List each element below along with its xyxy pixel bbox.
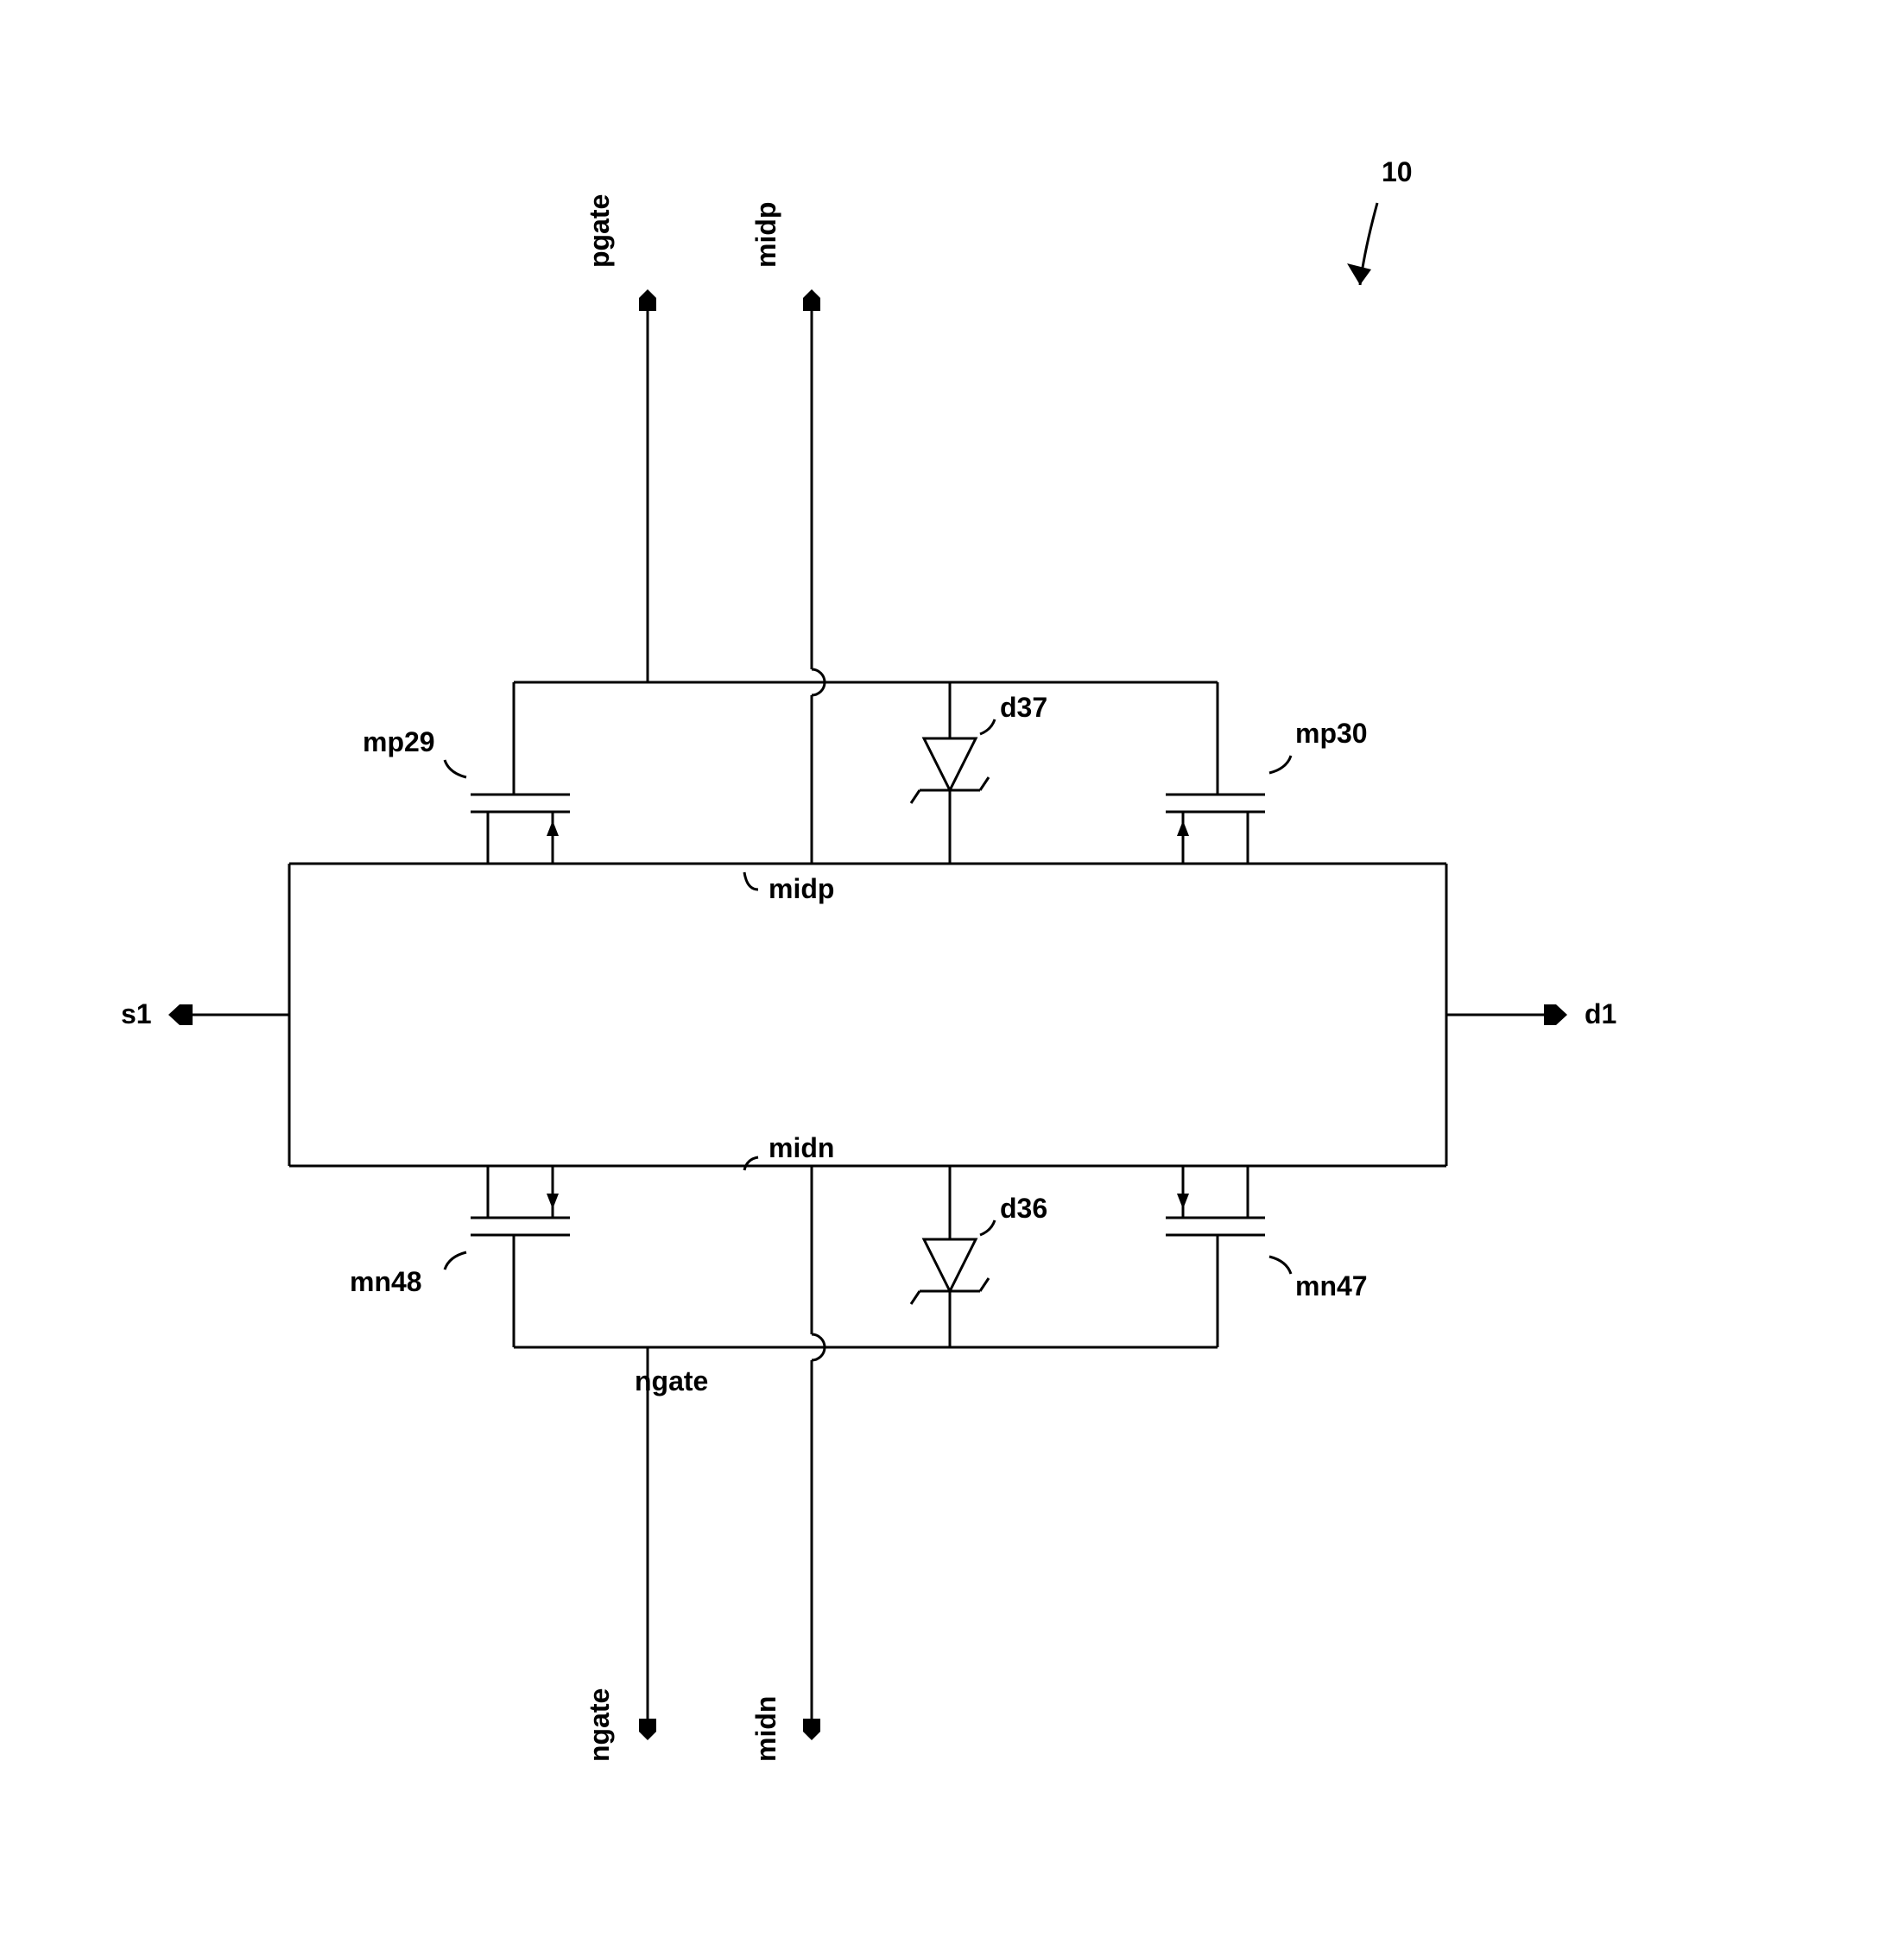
midp-label: midp — [750, 202, 781, 268]
d37-label: d37 — [1000, 692, 1047, 723]
figure-arrowhead — [1347, 263, 1371, 285]
midn-net-label: midn — [769, 1132, 834, 1163]
pgate-terminal: pgate — [584, 194, 656, 682]
d37-diode: d37 — [911, 682, 1047, 864]
midp-terminal: midp — [750, 202, 820, 639]
d1-terminal: d1 — [1446, 864, 1616, 1166]
mn48-transistor: mn48 — [350, 1166, 570, 1347]
mp30-transistor: mp30 — [1166, 682, 1368, 864]
figure-number: 10 — [1382, 156, 1413, 187]
midp-net-label: midp — [769, 873, 834, 904]
ngate-net-label: ngate — [635, 1365, 708, 1396]
mn47-label: mn47 — [1295, 1270, 1368, 1302]
pgate-label: pgate — [584, 194, 615, 268]
s1-terminal: s1 — [121, 864, 289, 1166]
circuit-diagram: 10 pgate midp mp29 — [35, 35, 1904, 1903]
mp29-transistor: mp29 — [363, 682, 570, 864]
mp29-label: mp29 — [363, 726, 435, 757]
midn-terminal-bottom: midn — [750, 1696, 820, 1762]
midn-label-bottom: midn — [750, 1696, 781, 1762]
s1-label: s1 — [121, 998, 152, 1029]
d36-diode: d36 — [911, 1166, 1047, 1347]
mp30-label: mp30 — [1295, 718, 1368, 749]
d1-label: d1 — [1585, 998, 1616, 1029]
mn47-transistor: mn47 — [1166, 1166, 1368, 1347]
ngate-terminal-bottom: ngate — [584, 1688, 656, 1762]
ngate-label-bottom: ngate — [584, 1688, 615, 1762]
mn48-label: mn48 — [350, 1266, 422, 1297]
d36-label: d36 — [1000, 1193, 1047, 1224]
